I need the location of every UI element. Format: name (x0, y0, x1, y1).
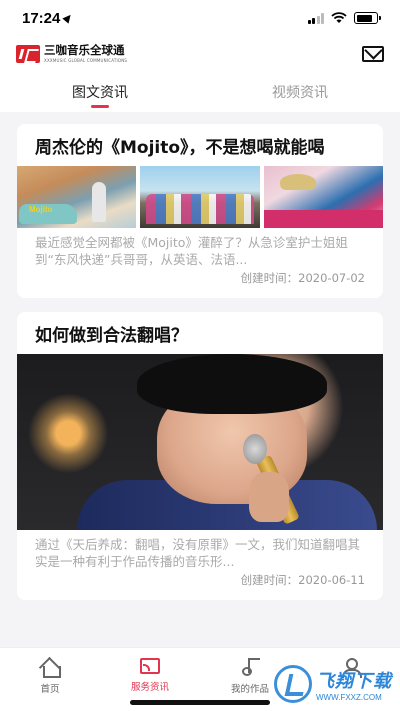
tab-label: 图文资讯 (72, 85, 128, 101)
article-thumbnail: Mojito (17, 166, 137, 228)
nav-label: 我的作品 (230, 684, 269, 695)
article-title: 周杰伦的《Mojito》，不是想喝就能喝 (35, 138, 325, 158)
home-icon (40, 658, 61, 678)
wifi-icon (331, 12, 347, 23)
thumbnail-caption: Mojito (29, 205, 53, 214)
status-time-group: 17:24 (22, 9, 75, 27)
cast-icon (140, 658, 160, 674)
article-thumbnails: Mojito (17, 166, 383, 228)
status-icons (307, 12, 381, 24)
article-summary: 通过《天后养成：翻唱，没有原罪》一文，我们知道翻唱其实是一种有利于作品传播的音乐… (35, 537, 361, 569)
tab-graphic-news[interactable]: 图文资讯 (0, 72, 200, 112)
nav-item-profile[interactable] (300, 648, 400, 711)
article-date: 创建时间：2020-06-11 (240, 573, 365, 587)
article-summary: 最近感觉全网都被《Mojito》灌醉了？从急诊室护士姐姐到“东风快递”兵哥哥，从… (35, 235, 348, 267)
article-card[interactable]: 如何做到合法翻唱？ 通过《天后养成：翻唱，没有原罪》一文，我们知道翻唱其实是一种… (17, 312, 383, 600)
brand-name: 三咖音乐全球通 (44, 43, 125, 58)
cellular-signal-icon (307, 12, 324, 24)
article-title: 如何做到合法翻唱？ (35, 326, 188, 346)
status-bar: 17:24 (0, 0, 400, 36)
location-arrow-icon (62, 12, 75, 24)
home-indicator[interactable] (130, 700, 270, 705)
article-card[interactable]: 周杰伦的《Mojito》，不是想喝就能喝 Mojito 最近感觉全网都被《Moj… (17, 124, 383, 298)
nav-item-home[interactable]: 首页 (0, 648, 100, 711)
active-tab-indicator (91, 105, 109, 108)
tab-video-news[interactable]: 视频资讯 (200, 72, 400, 112)
content-tabs: 图文资讯 视频资讯 (0, 72, 400, 112)
status-time: 17:24 (22, 9, 61, 27)
music-note-icon (240, 658, 260, 676)
brand-mark-icon (16, 45, 40, 63)
tab-label: 视频资讯 (272, 85, 328, 101)
brand-tagline: XXXMUSIC GLOBAL COMMUNICATIONS (44, 57, 128, 63)
app-header: 三咖音乐全球通 XXXMUSIC GLOBAL COMMUNICATIONS (0, 36, 400, 72)
article-thumbnail (263, 166, 383, 228)
nav-label: 服务资讯 (130, 682, 169, 693)
mail-icon[interactable] (362, 46, 384, 62)
battery-icon (354, 12, 381, 24)
article-date: 创建时间：2020-07-02 (240, 271, 365, 285)
article-feed[interactable]: 周杰伦的《Mojito》，不是想喝就能喝 Mojito 最近感觉全网都被《Moj… (0, 112, 400, 647)
article-hero-image (17, 354, 383, 530)
user-icon (340, 658, 362, 678)
nav-label: 首页 (40, 684, 60, 695)
brand-logo: 三咖音乐全球通 XXXMUSIC GLOBAL COMMUNICATIONS (16, 45, 127, 63)
article-thumbnail (140, 166, 260, 228)
